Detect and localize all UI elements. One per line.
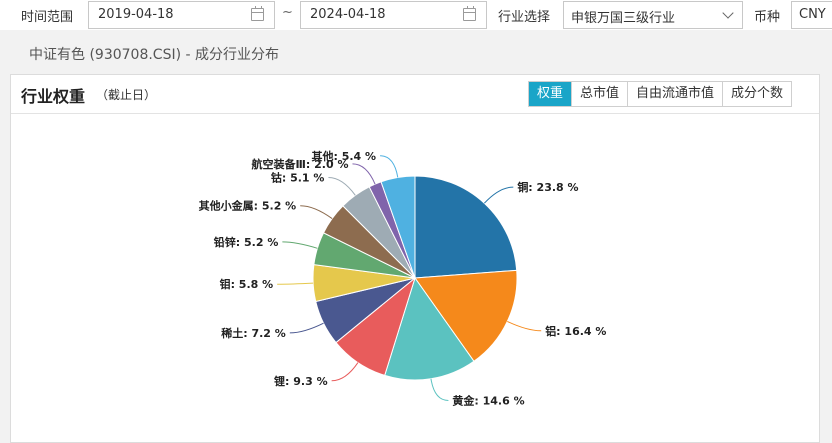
label-leader-line bbox=[507, 320, 542, 332]
calendar-icon[interactable] bbox=[463, 6, 476, 21]
currency-select[interactable]: CNY bbox=[791, 1, 832, 29]
pie-slice[interactable] bbox=[414, 175, 518, 279]
label-leader-line bbox=[300, 205, 333, 219]
end-date-value: 2024-04-18 bbox=[310, 7, 386, 22]
start-date-value: 2019-04-18 bbox=[98, 7, 174, 22]
page-subtitle: 中证有色 (930708.CSI) - 成分行业分布 bbox=[29, 47, 280, 63]
label-leader-line bbox=[328, 176, 356, 196]
date-separator: ~ bbox=[282, 5, 293, 20]
end-date-input[interactable]: 2024-04-18 bbox=[300, 1, 487, 29]
industry-label: 行业选择 bbox=[498, 10, 551, 25]
slice-data-label: 其他: 5.4 % bbox=[311, 149, 376, 163]
label-leader-line bbox=[483, 186, 514, 204]
label-leader-line bbox=[430, 378, 449, 401]
filter-bar: 时间范围 2019-04-18 ~ 2024-04-18 行业选择 申银万国三级… bbox=[0, 0, 832, 30]
slice-data-label: 铝: 16.4 % bbox=[545, 324, 606, 338]
slice-data-label: 其他小金属: 5.2 % bbox=[199, 199, 297, 213]
time-range-label: 时间范围 bbox=[21, 10, 74, 25]
slice-data-label: 黄金: 14.6 % bbox=[452, 393, 524, 407]
industry-select[interactable]: 申银万国三级行业 bbox=[563, 1, 743, 29]
label-leader-line bbox=[282, 241, 318, 249]
label-leader-line bbox=[277, 282, 314, 285]
calendar-icon[interactable] bbox=[251, 6, 264, 21]
chevron-down-icon bbox=[722, 7, 734, 19]
slice-data-label: 铅锌: 5.2 % bbox=[214, 235, 279, 249]
pie-chart: 铜: 23.8 % 铝: 16.4 % 黄金: 14.6 % 锂: 9.3 % 稀土: … bbox=[199, 149, 607, 408]
label-leader-line bbox=[352, 163, 376, 185]
slice-data-label: 钼: 5.8 % bbox=[220, 277, 274, 291]
currency-label: 币种 bbox=[754, 10, 781, 25]
currency-select-value: CNY bbox=[799, 7, 826, 22]
industry-select-value: 申银万国三级行业 bbox=[571, 11, 676, 26]
start-date-input[interactable]: 2019-04-18 bbox=[88, 1, 275, 29]
label-leader-line bbox=[331, 362, 359, 382]
slice-data-label: 稀土: 7.2 % bbox=[221, 326, 286, 340]
label-leader-line bbox=[380, 155, 399, 178]
industry-weight-card: 行业权重 （截止日） 权重 总市值 自由流通市值 成分个数 铜: 23.8 % 铝… bbox=[10, 74, 820, 443]
slice-data-label: 钴: 5.1 % bbox=[271, 170, 325, 184]
label-leader-line bbox=[289, 322, 324, 334]
slice-data-label: 锂: 9.3 % bbox=[274, 374, 328, 388]
slice-data-label: 铜: 23.8 % bbox=[516, 180, 578, 194]
